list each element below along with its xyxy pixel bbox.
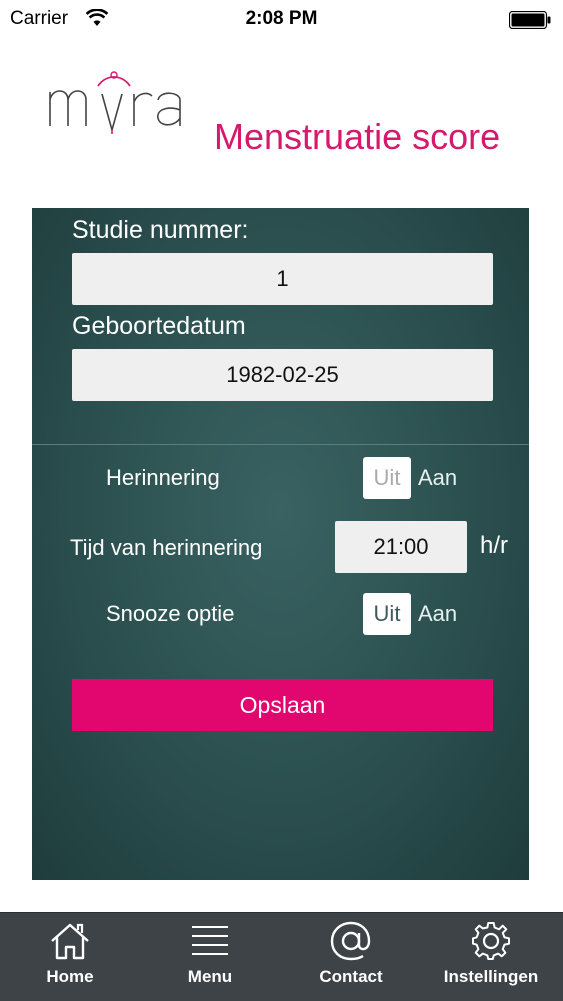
reminder-toggle-on[interactable]: Aan <box>418 457 457 499</box>
status-bar: Carrier 2:08 PM <box>0 0 563 38</box>
reminder-label: Herinnering <box>106 465 220 490</box>
at-icon <box>329 921 373 966</box>
study-number-label: Studie nummer: <box>72 216 249 244</box>
tab-home[interactable]: Home <box>0 913 140 1001</box>
reminder-time-label: Tijd van herinnering <box>70 535 263 560</box>
gear-icon <box>469 921 513 966</box>
save-button[interactable]: Opslaan <box>72 679 493 731</box>
tab-menu[interactable]: Menu <box>140 913 280 1001</box>
menu-icon <box>190 921 230 966</box>
tab-bar: Home Menu Contact Instellingen <box>0 912 563 1001</box>
snooze-toggle-on[interactable]: Aan <box>418 593 457 635</box>
birthdate-input[interactable]: 1982-02-25 <box>72 349 493 401</box>
tab-settings[interactable]: Instellingen <box>421 913 561 1001</box>
tab-contact-label: Contact <box>319 967 383 986</box>
battery-icon <box>508 10 551 35</box>
tab-contact[interactable]: Contact <box>281 913 421 1001</box>
mra-logo <box>46 70 186 139</box>
tab-home-label: Home <box>46 967 94 986</box>
reminder-toggle-off[interactable]: Uit <box>363 457 411 499</box>
page-title: Menstruatie score <box>214 116 501 157</box>
status-time: 2:08 PM <box>245 8 318 29</box>
reminder-time-unit: h/r <box>480 532 509 559</box>
snooze-label: Snooze optie <box>106 601 235 626</box>
home-icon <box>48 921 92 966</box>
tab-settings-label: Instellingen <box>443 967 539 986</box>
study-number-input[interactable]: 1 <box>72 253 493 305</box>
settings-panel: Studie nummer: 1 Geboortedatum 1982-02-2… <box>32 208 529 880</box>
reminder-time-input[interactable]: 21:00 <box>335 521 467 573</box>
snooze-toggle-off[interactable]: Uit <box>363 593 411 635</box>
section-divider <box>32 444 529 445</box>
birthdate-label: Geboortedatum <box>72 312 246 340</box>
tab-menu-label: Menu <box>187 967 233 986</box>
